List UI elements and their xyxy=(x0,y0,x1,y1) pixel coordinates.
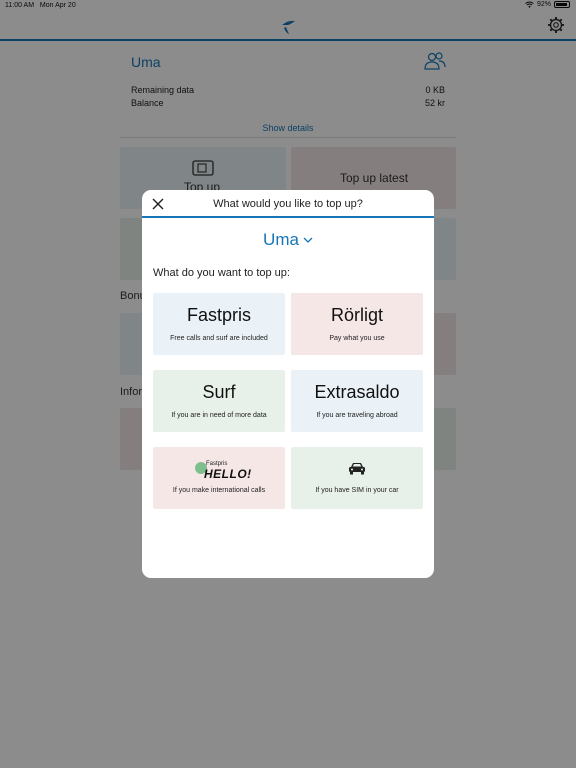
option-title: Extrasaldo xyxy=(314,382,400,402)
car-icon xyxy=(349,463,365,475)
option-title: Fastpris xyxy=(186,305,251,325)
option-extrasaldo[interactable]: Extrasaldo If you are traveling abroad xyxy=(291,370,423,432)
chevron-down-icon xyxy=(303,237,313,243)
option-description: If you are traveling abroad xyxy=(316,412,398,419)
fastpris-hello-logo: Fastpris HELLO! xyxy=(195,461,251,481)
option-title: Surf xyxy=(202,382,236,402)
option-fastpris[interactable]: Fastpris Free calls and surf are include… xyxy=(153,293,285,355)
option-rorligt[interactable]: Rörligt Pay what you use xyxy=(291,293,423,355)
option-description: If you have SIM in your car xyxy=(315,487,399,494)
option-title: Rörligt xyxy=(330,305,383,325)
option-description: Pay what you use xyxy=(329,335,385,342)
option-description: Free calls and surf are included xyxy=(170,335,268,342)
modal-title: What would you like to top up? xyxy=(213,198,363,210)
account-selector[interactable]: Uma xyxy=(142,230,434,250)
modal-header: What would you like to top up? xyxy=(142,190,434,218)
hello-logo-big: HELLO! xyxy=(204,467,252,481)
option-description: If you are in need of more data xyxy=(171,412,267,419)
top-up-modal: What would you like to top up? Uma What … xyxy=(142,190,434,578)
option-hello[interactable]: Fastpris HELLO! If you make internationa… xyxy=(153,447,285,509)
option-surf[interactable]: Surf If you are in need of more data xyxy=(153,370,285,432)
question-label: What do you want to top up: xyxy=(153,267,290,279)
account-selector-label: Uma xyxy=(263,230,299,249)
option-car-sim[interactable]: If you have SIM in your car xyxy=(291,447,423,509)
option-description: If you make international calls xyxy=(172,487,266,494)
